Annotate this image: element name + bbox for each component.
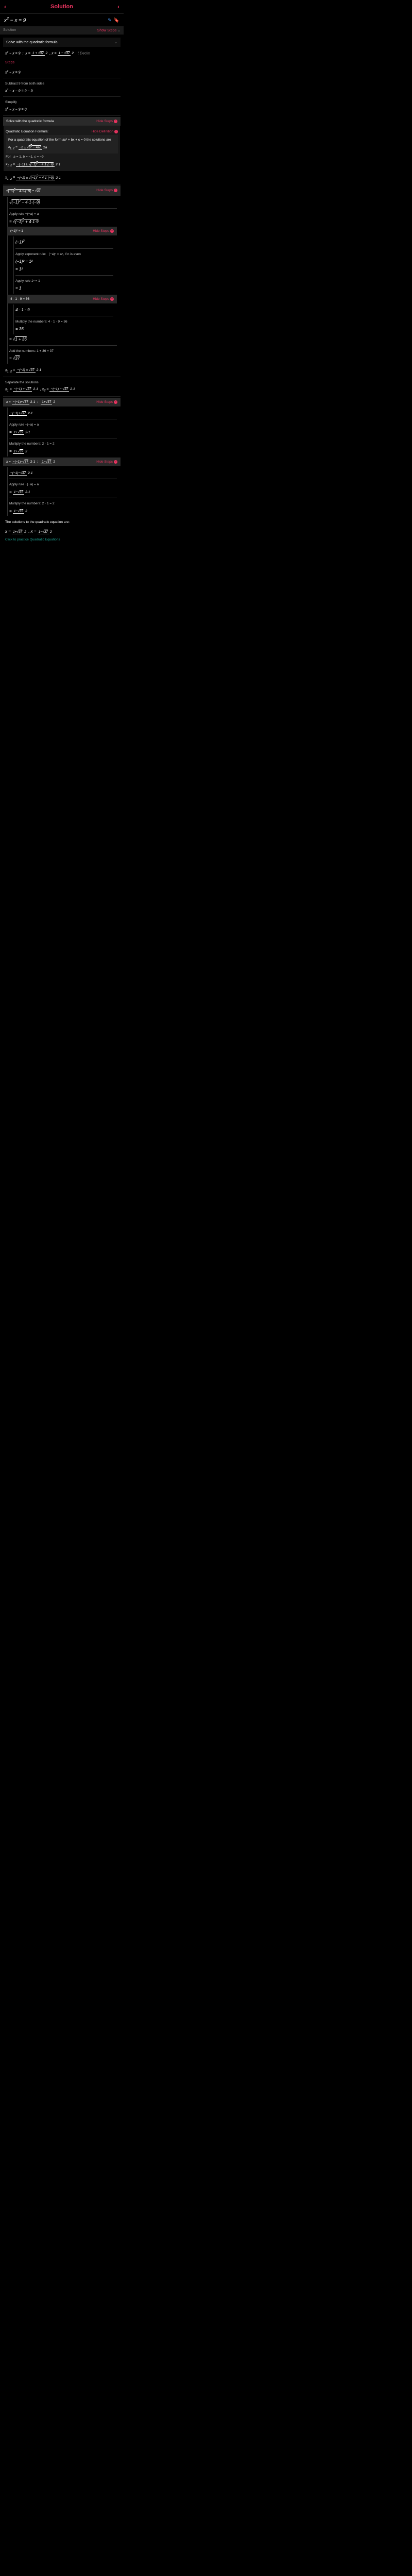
hide-steps-button[interactable]: Hide Steps − [96, 460, 117, 464]
final-text: The solutions to the quadratic equation … [3, 517, 121, 527]
tab-solution[interactable]: Solution [3, 28, 16, 32]
step-eq: x2 − x = 9 [5, 69, 118, 76]
equation-bar: x2 − x = 9 ✎ 🔖 [0, 13, 124, 26]
section-eq: x = −(−1)−√372·1 : 1−√372 [6, 460, 56, 464]
chevron-down-icon: ⌄ [114, 40, 117, 44]
back-icon[interactable]: ‹ [4, 3, 6, 10]
section-eq: 4 · 1 · 9 = 36 [10, 297, 29, 301]
minus-icon: − [114, 130, 118, 133]
step-eq: 4 · 1 · 9 [15, 306, 113, 314]
step-desc: Separate the solutions [5, 379, 118, 386]
step-eq: = 1−√372·1 [9, 488, 117, 496]
section-title: Solve with the quadratic formula [6, 120, 54, 123]
step-desc: Apply rule 1ᵃ = 1 [15, 278, 113, 284]
step-eq: = 1 [15, 284, 113, 292]
step-eq: √(−1)2 − 4·1·(−9) [9, 198, 117, 207]
step-eq: = √(−1)2 + 4·1·9 [9, 217, 117, 226]
for-values: For a = 1, b = −1, c = −9 [6, 154, 118, 160]
step-desc: Add the numbers: 1 + 36 = 37 [9, 348, 117, 354]
minus-icon: − [114, 460, 117, 464]
step-desc: Multiply the numbers: 2 · 1 = 2 [9, 500, 117, 507]
step-desc: Subtract 9 from both sides [5, 80, 118, 87]
tab-show-steps[interactable]: Show Steps ⌄ [97, 28, 121, 32]
method-label: Solve with the quadratic formula [6, 41, 58, 44]
step-eq: (−1)² = 1² [15, 258, 113, 265]
formula-definition: For a quadratic equation of the form ax²… [6, 135, 118, 154]
minus-icon: − [114, 120, 117, 123]
step-desc: Apply rule −(−a) = a [9, 211, 117, 217]
step-eq: (−1)2 [15, 238, 113, 246]
page-title: Solution [50, 4, 73, 10]
steps-label: Steps [3, 59, 121, 66]
step-desc: Apply exponent rule: (−a)ⁿ = aⁿ, if n is… [15, 251, 113, 258]
minus-icon: − [114, 400, 117, 404]
minus-icon: − [114, 189, 117, 192]
chevron-down-icon: ⌄ [117, 28, 121, 32]
step-eq: x1, 2 = −(−1) ± √372·1 [5, 367, 118, 375]
step-eq: x1 = −(−1) + √372·1 , x2 = −(−1) − √372·… [5, 386, 118, 394]
decimal-toggle[interactable]: ( Decim [78, 52, 90, 56]
step-eq: x1, 2 = −(−1) ± √(−1)2 − 4·1·(−9)2·1 [6, 160, 118, 169]
hide-steps-button[interactable]: Hide Steps − [96, 400, 117, 404]
step-desc: Apply rule −(−a) = a [9, 481, 117, 488]
step-desc: Simplify [5, 99, 118, 106]
step-desc: Multiply the numbers: 2 · 1 = 2 [9, 440, 117, 447]
step-eq: = √37 [9, 354, 117, 362]
section-eq: x = −(−1)+√372·1 : 1+√372 [6, 400, 56, 404]
hide-steps-button[interactable]: Hide Steps − [93, 229, 114, 233]
hide-steps-button[interactable]: Hide Steps − [96, 120, 117, 123]
step-desc: Multiply the numbers: 4 · 1 · 9 = 36 [15, 318, 113, 325]
bookmark-icon[interactable]: 🔖 [114, 18, 119, 23]
practice-link[interactable]: Click to practice Quadratic Equations [3, 536, 121, 544]
step-eq: = 1+√372·1 [9, 428, 117, 436]
hide-definition-button[interactable]: Hide Definition − [92, 130, 118, 133]
step-eq: x2 − x − 9 = 0 [5, 106, 118, 113]
step-eq: = 1² [15, 265, 113, 273]
step-eq: = 1−√372 [9, 507, 117, 515]
final-solution: x = 1+√372 , x = 1−√372 [3, 527, 121, 536]
result-row: x2 − x = 9 : x = 1 + √372 , x = 1 − √372… [3, 48, 121, 58]
hide-steps-button[interactable]: Hide Steps − [96, 188, 117, 193]
section-eq: √(−1)2 − 4·1·(−9) = √37 [6, 188, 41, 193]
minus-icon: − [110, 229, 114, 233]
definition-title: Quadratic Equation Formula: [6, 130, 48, 133]
main-equation: x2 − x = 9 [4, 17, 26, 23]
step-desc: Apply rule −(−a) = a [9, 421, 117, 428]
section-eq: (−1)² = 1 [10, 229, 23, 233]
share-icon[interactable]: ‹ [117, 3, 119, 10]
step-eq: = √1 + 36 [9, 335, 117, 343]
hide-steps-button[interactable]: Hide Steps − [93, 297, 114, 301]
step-eq: −(−1)+√372·1 [9, 409, 117, 417]
step-eq: = 1+√372 [9, 447, 117, 455]
minus-icon: − [110, 297, 114, 301]
step-eq: x2 − x − 9 = 9 − 9 [5, 87, 118, 94]
method-selector[interactable]: Solve with the quadratic formula ⌄ [3, 38, 121, 47]
step-eq: = 36 [15, 325, 113, 333]
step-eq: −(−1)−√372·1 [9, 469, 117, 477]
edit-icon[interactable]: ✎ [108, 18, 112, 23]
step-eq: x1, 2 = −(−1) ± √(−1)2 − 4·1·(−9)2·1 [5, 174, 118, 182]
